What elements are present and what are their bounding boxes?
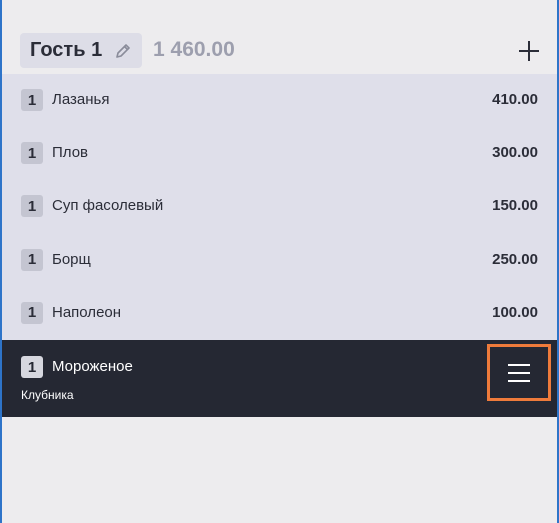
- item-price: 250.00: [492, 250, 538, 268]
- quantity-badge: 1: [21, 248, 43, 271]
- item-menu-button[interactable]: [487, 344, 551, 401]
- item-name: Борщ: [52, 250, 91, 268]
- pencil-icon[interactable]: [113, 41, 133, 61]
- item-name: Мороженое: [52, 358, 133, 375]
- order-screen: Гость 1 1 460.00 1 Лазанья 410.00 1 Плов…: [0, 0, 559, 523]
- item-name: Лазанья: [52, 91, 110, 108]
- guest-name-chip[interactable]: Гость 1: [20, 33, 142, 68]
- quantity-badge: 1: [21, 301, 43, 324]
- item-name: Плов: [52, 144, 89, 162]
- selected-order-item-row[interactable]: 1 Мороженое Клубника: [2, 340, 557, 417]
- quantity-badge: 1: [21, 89, 43, 111]
- quantity-badge: 1: [21, 142, 43, 165]
- item-price: 150.00: [492, 197, 538, 215]
- empty-area: [2, 417, 557, 523]
- quantity-badge: 1: [21, 356, 43, 378]
- item-price: 300.00: [492, 144, 538, 162]
- guest-total: 1 460.00: [153, 38, 235, 61]
- order-item-row[interactable]: 1 Суп фасолевый 150.00: [2, 180, 557, 233]
- item-name: Суп фасолевый: [52, 197, 164, 215]
- item-price: 100.00: [492, 303, 538, 321]
- order-item-row[interactable]: 1 Лазанья 410.00: [2, 74, 557, 127]
- item-modifier: Клубника: [21, 388, 74, 402]
- item-price: 410.00: [492, 91, 538, 108]
- guest-header: Гость 1 1 460.00: [2, 0, 557, 74]
- hamburger-menu-icon: [508, 363, 530, 382]
- item-name: Наполеон: [52, 303, 122, 321]
- plus-icon[interactable]: [517, 39, 541, 63]
- order-items-list: 1 Лазанья 410.00 1 Плов 300.00 1 Суп фас…: [2, 74, 557, 340]
- quantity-badge: 1: [21, 195, 43, 218]
- order-item-row[interactable]: 1 Борщ 250.00: [2, 234, 557, 287]
- guest-name: Гость 1: [30, 39, 103, 61]
- order-item-row[interactable]: 1 Плов 300.00: [2, 127, 557, 180]
- order-item-row[interactable]: 1 Наполеон 100.00: [2, 287, 557, 340]
